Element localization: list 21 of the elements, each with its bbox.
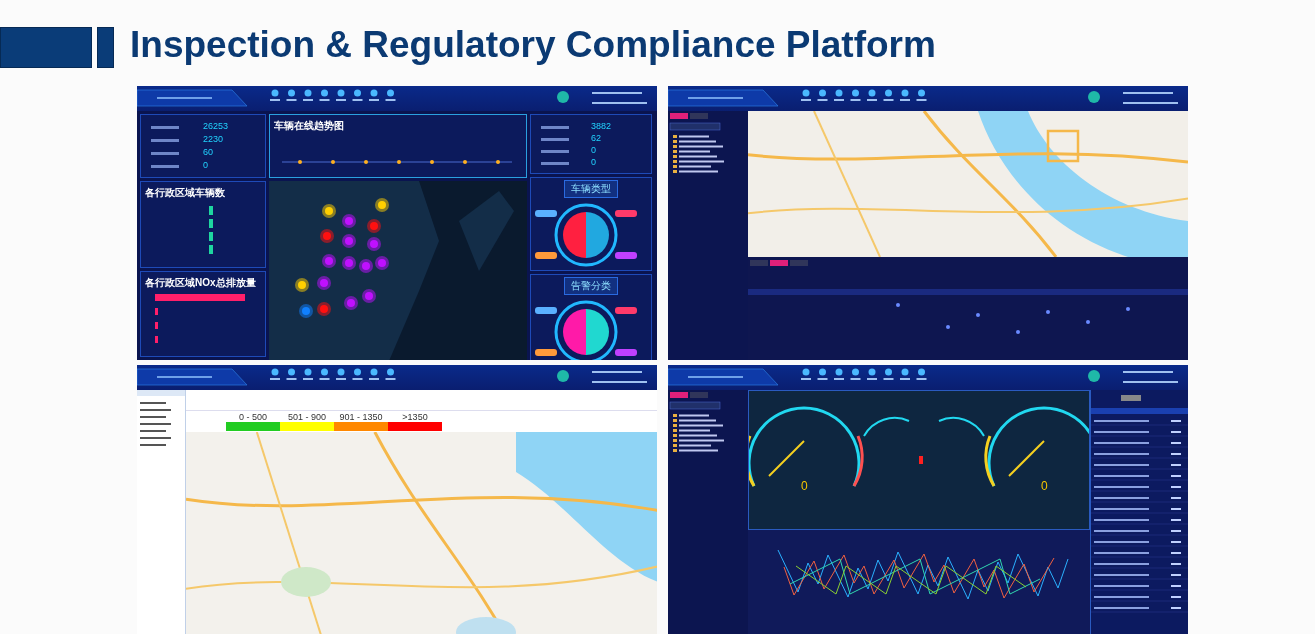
small-gauge-drawing [863, 416, 910, 437]
small-gauge-drawing [938, 416, 985, 437]
chart-title: 各行政区域NOx总排放量 [144, 275, 257, 290]
stat-value: 2230 [203, 134, 225, 145]
chart-title: 车辆类型 [564, 180, 618, 198]
stat-value: 0 [203, 160, 209, 171]
stat-value: 0 [591, 145, 597, 155]
gauge-reading: 0 [1041, 479, 1048, 493]
chart-title: 各行政区域车辆数 [144, 186, 226, 200]
page-title: Inspection & Regulatory Compliance Platform [130, 24, 936, 66]
gauge-reading: 0 [801, 479, 808, 493]
chart-title: 告警分类 [564, 277, 618, 295]
vehicle-marker-icon [919, 456, 923, 464]
stat-value: 26253 [203, 121, 230, 132]
stat-value: 60 [203, 147, 214, 158]
stat-value: 3882 [591, 121, 613, 131]
stat-value: 0 [591, 157, 597, 167]
header-block [97, 27, 114, 68]
chart-title: 车辆在线趋势图 [273, 119, 345, 133]
stat-value: 62 [591, 133, 602, 143]
bar-chart-drawing [209, 206, 213, 254]
